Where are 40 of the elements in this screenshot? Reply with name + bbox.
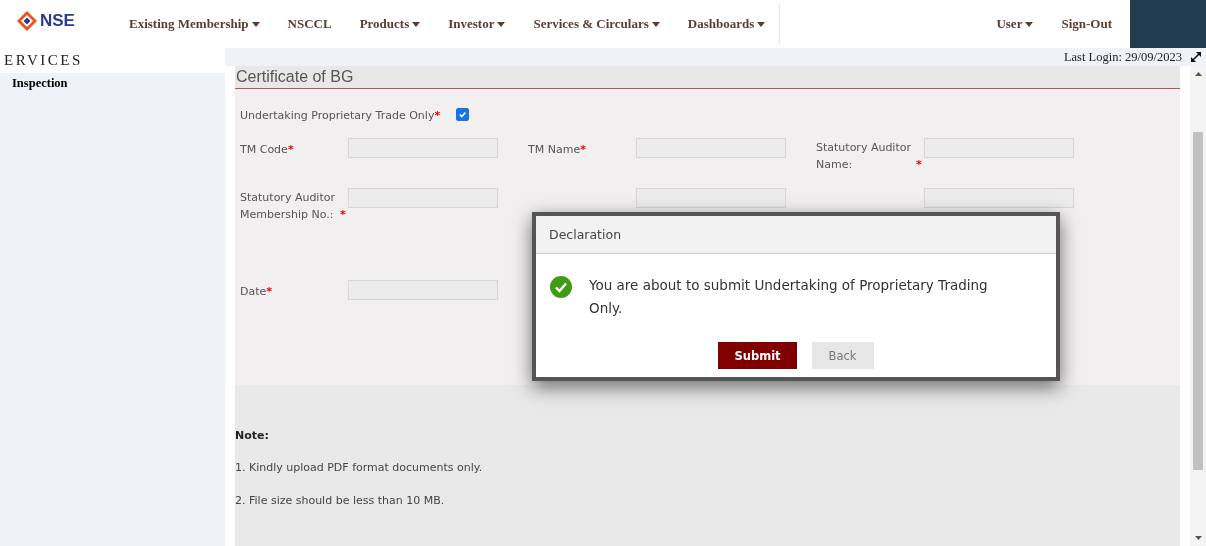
required-mark: * — [916, 158, 922, 171]
required-mark: * — [340, 208, 346, 221]
logo-icon — [17, 11, 37, 31]
nav-menu-item[interactable]: Products — [345, 16, 435, 32]
field-label: Statutory Auditor Membership No.: — [240, 190, 336, 223]
checkmark-icon — [458, 109, 468, 119]
back-button[interactable]: Back — [811, 342, 874, 369]
nav-menu-item[interactable]: Existing Membership — [115, 16, 274, 32]
required-mark: * — [266, 285, 273, 298]
nav-menu-item[interactable]: Services & Circulars — [519, 16, 674, 32]
dialog-message: You are about to submit Undertaking of Proprietary Trading Only. — [589, 276, 989, 318]
scrollbar[interactable] — [1190, 66, 1206, 546]
field-label: Statutory Auditor Name: — [816, 140, 912, 173]
checkmark-circle-icon — [550, 276, 572, 298]
required-mark: * — [580, 143, 586, 156]
field-label: Undertaking Proprietary Trade Only — [240, 108, 435, 122]
last-login-text: Last Login: 29/09/2023 — [1063, 49, 1182, 65]
nav-menu-item[interactable]: User — [982, 16, 1048, 32]
submit-button[interactable]: Submit — [718, 342, 797, 369]
field-label: TM Code — [240, 142, 288, 158]
note-text: 2. File size should be less than 10 MB. — [235, 494, 446, 507]
expand-icon[interactable] — [1190, 51, 1202, 63]
nav-menu-item[interactable]: Dashboards — [673, 16, 780, 32]
nav-menu-item[interactable]: Investor — [434, 16, 520, 32]
scroll-down-icon[interactable] — [1194, 536, 1202, 540]
logo-text: NSE — [40, 11, 75, 31]
required-mark: * — [287, 143, 294, 156]
field-label: Date — [240, 284, 267, 300]
form-title: Certificate of BG — [236, 68, 354, 86]
scroll-up-icon[interactable] — [1194, 72, 1202, 76]
sidebar-item[interactable]: Inspection — [12, 73, 225, 94]
dialog-title: Declaration — [549, 227, 622, 242]
nav-menu-item[interactable]: Sign-Out — [1047, 16, 1126, 32]
sidebar-title: ERVICES — [3, 51, 84, 70]
note-heading: Note: — [235, 429, 270, 442]
required-mark: * — [434, 108, 441, 122]
field-label: TM Name — [528, 142, 581, 158]
note-text: 1. Kindly upload PDF format documents only. — [235, 461, 484, 474]
checkbox[interactable] — [456, 107, 470, 121]
nav-menu-item[interactable]: NSCCL — [273, 16, 346, 32]
